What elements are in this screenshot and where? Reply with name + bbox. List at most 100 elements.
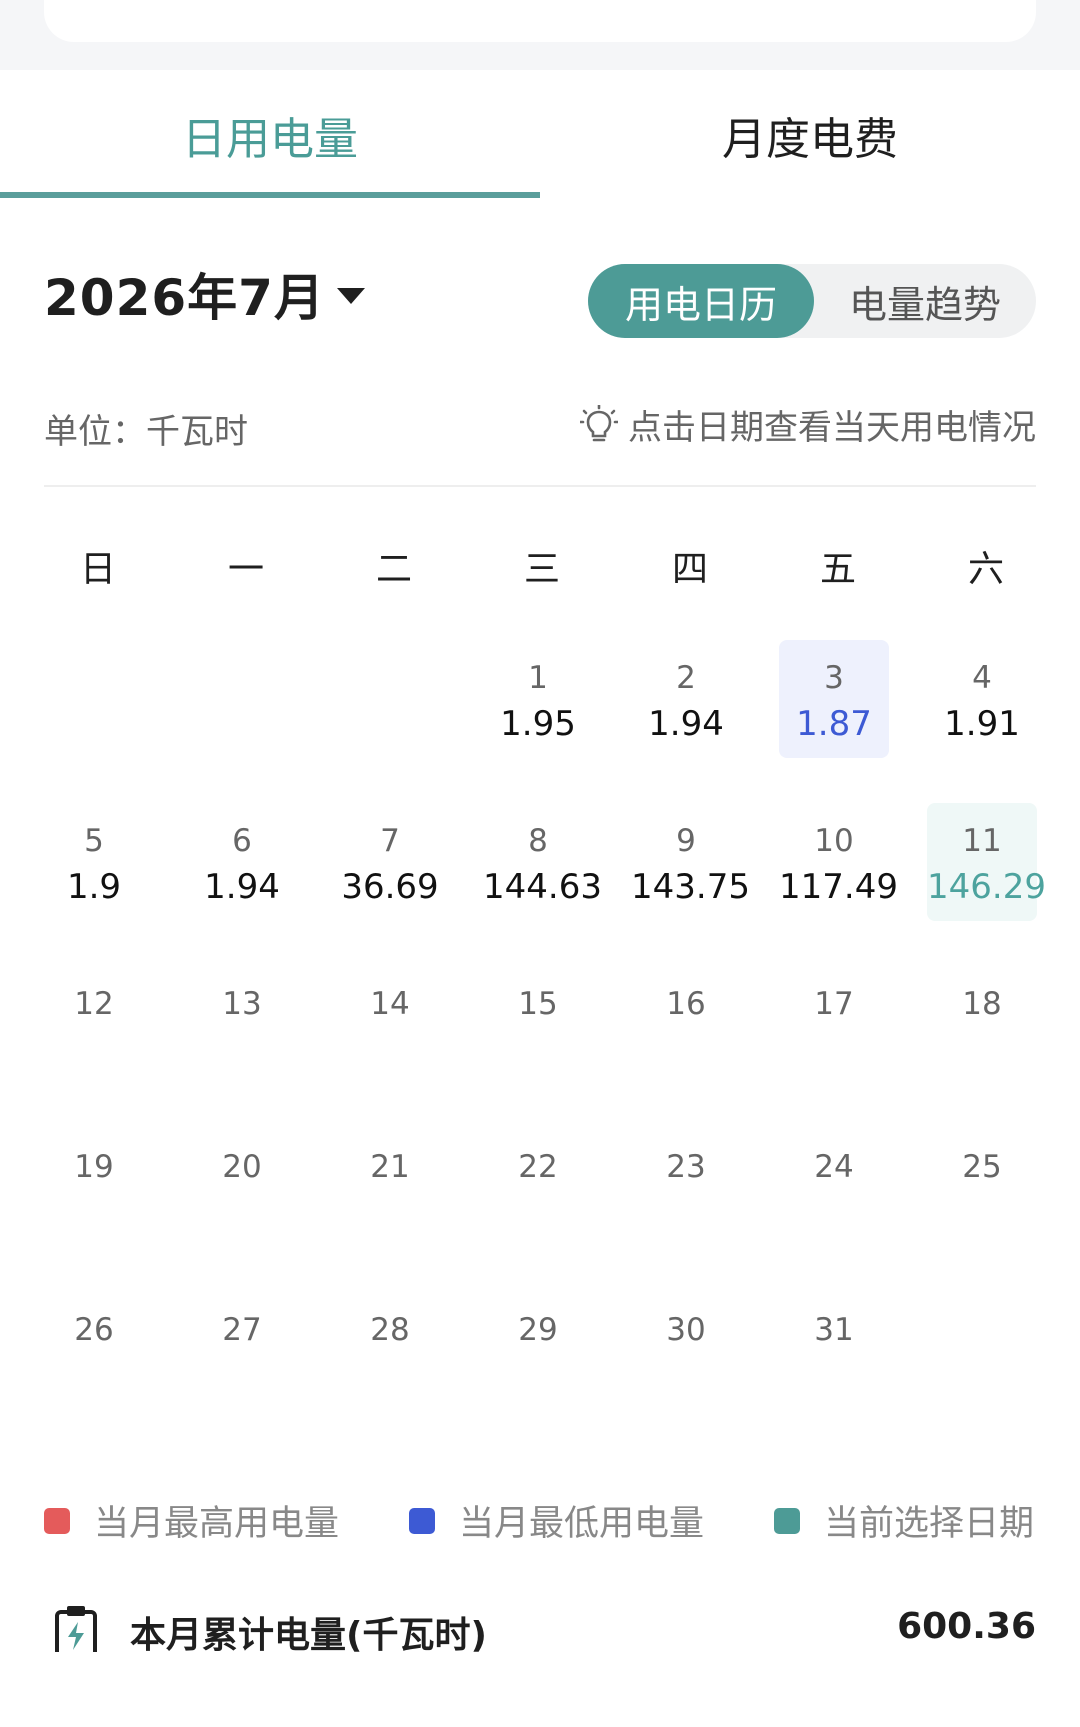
legend-selected-swatch [774,1507,800,1534]
month-picker[interactable]: 2026年7月 [44,258,365,330]
trend-view-button[interactable]: 电量趋势 [814,264,1036,338]
day-number: 20 [222,1149,262,1185]
day-number: 30 [666,1312,706,1348]
legend-highest: 当月最高用电量 [44,1495,339,1546]
calendar-day-25[interactable]: 25 [927,1129,1037,1247]
legend-lowest: 当月最低用电量 [409,1495,704,1546]
day-number: 5 [84,823,104,859]
day-usage-value: 1.95 [500,704,576,744]
day-number: 25 [962,1149,1002,1185]
calendar-day-9[interactable]: 9 143.75 [631,803,750,921]
calendar-day-4[interactable]: 4 1.91 [927,640,1037,758]
day-number: 9 [676,823,696,859]
weekday-wed: 三 [523,549,560,590]
day-number: 31 [814,1312,854,1348]
day-number: 23 [666,1149,706,1185]
day-usage-value: 144.63 [483,867,602,907]
calendar-day-19[interactable]: 19 [39,1129,149,1247]
weekday-mon: 一 [227,549,264,590]
day-number: 12 [74,986,114,1022]
day-usage-value: 1.91 [944,704,1020,744]
legend-lowest-label: 当月最低用电量 [459,1504,705,1544]
tab-bar: 日用电量 月度电费 [0,70,1080,200]
calendar-day-7[interactable]: 7 36.69 [335,803,445,921]
top-card [44,0,1036,42]
calendar-day-8[interactable]: 8 144.63 [483,803,602,921]
calendar-day-22[interactable]: 22 [483,1129,593,1247]
day-number: 13 [222,986,262,1022]
weekday-sun: 日 [79,549,116,590]
calendar-view-button[interactable]: 用电日历 [588,264,814,338]
weekday-sat: 六 [967,549,1004,590]
calendar-day-16[interactable]: 16 [631,966,741,1084]
day-number: 11 [962,823,1002,859]
unit-label: 单位：千瓦时 [44,412,248,452]
calendar-day-23[interactable]: 23 [631,1129,741,1247]
calendar-day-6[interactable]: 6 1.94 [187,803,297,921]
calendar-day-11[interactable]: 11 146.29 [927,803,1046,921]
day-number: 16 [666,986,706,1022]
day-number: 10 [814,823,854,859]
calendar-day-21[interactable]: 21 [335,1129,445,1247]
day-usage-value: 1.94 [204,867,280,907]
day-usage-value: 146.29 [927,867,1046,907]
calendar-day-1[interactable]: 1 1.95 [483,640,593,758]
calendar-day-24[interactable]: 24 [779,1129,889,1247]
calendar-day-29[interactable]: 29 [483,1292,593,1410]
day-number: 1 [528,660,548,696]
calendar-day-20[interactable]: 20 [187,1129,297,1247]
calendar-day-26[interactable]: 26 [39,1292,149,1410]
view-toggle: 用电日历 电量趋势 [588,264,1036,338]
lightbulb-icon [580,404,618,441]
day-usage-value: 1.87 [796,704,872,744]
caret-down-icon [336,288,365,304]
clipboard-icon [55,1606,97,1652]
legend-highest-swatch [44,1507,70,1534]
day-number: 7 [380,823,400,859]
legend-selected: 当前选择日期 [774,1495,1034,1546]
tab-active-indicator [0,192,540,198]
day-number: 26 [74,1312,114,1348]
monthly-total-label: 本月累计电量(千瓦时) [130,1615,487,1652]
calendar-day-28[interactable]: 28 [335,1292,445,1410]
weekday-header: 日 一 二 三 四 五 六 [24,540,1074,590]
calendar-day-30[interactable]: 30 [631,1292,741,1410]
calendar-day-15[interactable]: 15 [483,966,593,1084]
legend-selected-label: 当前选择日期 [824,1504,1035,1544]
day-number: 4 [972,660,992,696]
legend-highest-label: 当月最高用电量 [94,1504,340,1544]
day-usage-value: 117.49 [779,867,898,907]
month-label: 2026年7月 [44,269,325,327]
day-number: 14 [370,986,410,1022]
day-number: 8 [528,823,548,859]
top-strip [0,0,1080,70]
day-number: 28 [370,1312,410,1348]
day-number: 15 [518,986,558,1022]
calendar-day-3[interactable]: 3 1.87 [779,640,889,758]
day-number: 2 [676,660,696,696]
day-number: 22 [518,1149,558,1185]
calendar-day-5[interactable]: 5 1.9 [39,803,149,921]
day-number: 3 [824,660,844,696]
calendar-day-2[interactable]: 2 1.94 [631,640,741,758]
weekday-fri: 五 [819,549,856,590]
day-usage-value: 1.94 [648,704,724,744]
day-usage-value: 1.9 [66,867,122,907]
calendar-day-27[interactable]: 27 [187,1292,297,1410]
day-number: 27 [222,1312,262,1348]
calendar-day-13[interactable]: 13 [187,966,297,1084]
divider [44,485,1036,487]
tip-text: 点击日期查看当天用电情况 [628,408,1036,448]
calendar-day-14[interactable]: 14 [335,966,445,1084]
calendar-day-18[interactable]: 18 [927,966,1037,1084]
day-usage-value: 36.69 [341,867,439,907]
day-number: 18 [962,986,1002,1022]
calendar-day-31[interactable]: 31 [779,1292,889,1410]
monthly-total-row: 本月累计电量(千瓦时) 600.36 [54,1600,1036,1652]
tab-daily-usage[interactable]: 日用电量 [0,70,540,200]
day-number: 6 [232,823,252,859]
calendar-day-10[interactable]: 10 117.49 [779,803,898,921]
tab-monthly-bill[interactable]: 月度电费 [540,70,1080,200]
calendar-day-12[interactable]: 12 [39,966,149,1084]
calendar-day-17[interactable]: 17 [779,966,889,1084]
